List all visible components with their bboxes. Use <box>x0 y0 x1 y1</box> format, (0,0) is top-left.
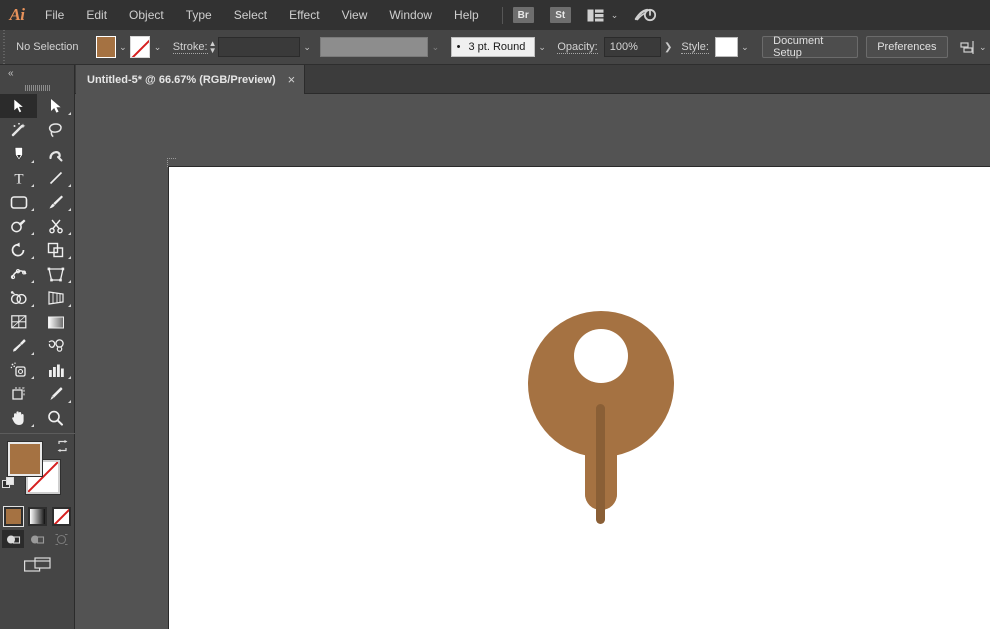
svg-text:T: T <box>14 172 23 187</box>
type-tool[interactable]: T <box>0 166 37 190</box>
stroke-weight-stepper[interactable]: ▲ ▼ <box>208 36 218 58</box>
draw-inside-button[interactable] <box>50 530 72 548</box>
app-logo-icon: Ai <box>9 5 25 24</box>
eyedropper-tool[interactable] <box>0 334 37 358</box>
illustrator-window: Ai File Edit Object Type Select Effect V… <box>0 0 990 629</box>
menu-divider <box>501 6 503 24</box>
menu-edit[interactable]: Edit <box>75 0 118 30</box>
mesh-tool[interactable] <box>0 310 37 334</box>
style-label[interactable]: Style: <box>681 41 709 54</box>
stroke-chevron-down-icon[interactable]: ⌄ <box>150 36 164 58</box>
arrange-chevron-down-icon[interactable]: ⌄ <box>611 10 619 21</box>
stroke-profile-input <box>320 37 429 57</box>
gradient-mode-button[interactable] <box>27 507 47 526</box>
menu-help[interactable]: Help <box>443 0 490 30</box>
align-objects-icon[interactable] <box>959 40 976 55</box>
brush-definition-select[interactable]: • 3 pt. Round <box>450 37 535 57</box>
graphic-style-swatch[interactable] <box>714 37 738 57</box>
workspace-switcher-icon[interactable] <box>634 6 657 24</box>
stroke-color-swatch[interactable] <box>130 36 151 58</box>
menu-type[interactable]: Type <box>175 0 223 30</box>
none-mode-button[interactable] <box>51 507 71 526</box>
rectangle-tool[interactable] <box>0 190 37 214</box>
menu-select[interactable]: Select <box>223 0 278 30</box>
default-fill-stroke-icon[interactable] <box>2 477 15 495</box>
opacity-input[interactable]: 100% <box>603 37 661 57</box>
menu-view[interactable]: View <box>331 0 379 30</box>
selection-tool[interactable] <box>0 94 37 118</box>
stroke-weight-label[interactable]: Stroke: <box>172 41 208 54</box>
color-mode-button[interactable] <box>2 506 24 527</box>
slice-tool[interactable] <box>37 382 74 406</box>
close-icon[interactable]: × <box>288 73 296 86</box>
control-bar-grip[interactable] <box>0 29 9 65</box>
swap-fill-stroke-icon[interactable] <box>56 440 69 458</box>
curvature-tool[interactable] <box>37 142 74 166</box>
collapse-panel-icon[interactable]: « <box>0 65 74 81</box>
document-tab[interactable]: Untitled-5* @ 66.67% (RGB/Preview) × <box>76 65 306 94</box>
free-transform-tool[interactable] <box>37 262 74 286</box>
scale-tool[interactable] <box>37 238 74 262</box>
width-tool[interactable] <box>0 262 37 286</box>
bridge-icon[interactable]: Br <box>512 7 534 23</box>
control-bar: No Selection ⌄ ⌄ Stroke: ▲ ▼ ⌄ ⌄ • 3 pt. … <box>0 29 990 65</box>
shaper-tool[interactable] <box>0 214 37 238</box>
scissors-tool[interactable] <box>37 214 74 238</box>
document-setup-button[interactable]: Document Setup <box>762 35 859 59</box>
rotate-tool[interactable] <box>0 238 37 262</box>
brush-definition-value: 3 pt. Round <box>468 41 526 53</box>
menu-bar: Ai File Edit Object Type Select Effect V… <box>0 0 990 30</box>
symbol-sprayer-tool[interactable] <box>0 358 37 382</box>
key-illustration[interactable] <box>501 219 701 619</box>
zoom-tool[interactable] <box>37 406 74 430</box>
stroke-weight-chevron-down-icon[interactable]: ⌄ <box>300 36 314 58</box>
menu-file[interactable]: File <box>34 0 75 30</box>
fill-chevron-down-icon[interactable]: ⌄ <box>116 36 130 58</box>
menu-object[interactable]: Object <box>118 0 175 30</box>
fill-color-swatch[interactable] <box>95 36 116 58</box>
document-tab-title: Untitled-5* @ 66.67% (RGB/Preview) <box>87 73 276 86</box>
opacity-label[interactable]: Opacity: <box>557 41 598 54</box>
tools-panel-grip[interactable] <box>0 81 74 94</box>
tool-grid: T <box>0 94 75 430</box>
perspective-grid-tool[interactable] <box>37 286 74 310</box>
artboard-tool[interactable] <box>0 382 37 406</box>
opacity-flyout-arrow-icon[interactable]: ❯ <box>661 36 675 58</box>
magic-wand-tool[interactable] <box>0 118 37 142</box>
column-graph-tool[interactable] <box>37 358 74 382</box>
preferences-button[interactable]: Preferences <box>866 36 948 58</box>
menu-effect[interactable]: Effect <box>278 0 330 30</box>
stroke-weight-input[interactable] <box>217 37 300 57</box>
lasso-tool[interactable] <box>37 118 74 142</box>
change-screen-mode-button[interactable] <box>0 548 74 574</box>
fill-stroke-controls <box>0 437 75 505</box>
hand-tool[interactable] <box>0 406 37 430</box>
tools-panel: « T <box>0 65 75 629</box>
drawing-mode-buttons <box>0 526 74 548</box>
direct-selection-tool[interactable] <box>37 94 74 118</box>
paintbrush-tool[interactable] <box>37 190 74 214</box>
shape-builder-tool[interactable] <box>0 286 37 310</box>
gradient-tool[interactable] <box>37 310 74 334</box>
blend-tool[interactable] <box>37 334 74 358</box>
brush-chevron-down-icon[interactable]: ⌄ <box>535 36 549 58</box>
stock-icon[interactable]: St <box>549 7 571 23</box>
arrange-documents-icon[interactable] <box>587 9 604 22</box>
tools-divider <box>0 433 75 434</box>
draw-normal-button[interactable] <box>2 530 24 548</box>
style-chevron-down-icon[interactable]: ⌄ <box>738 36 752 58</box>
menu-window[interactable]: Window <box>378 0 443 30</box>
draw-behind-button[interactable] <box>26 530 48 548</box>
color-mode-buttons <box>0 505 74 527</box>
align-chevron-down-icon[interactable]: ⌄ <box>976 36 990 58</box>
stroke-profile-chevron-down-icon: ⌄ <box>431 41 440 52</box>
selection-status-label: No Selection <box>16 41 79 53</box>
fill-color-box[interactable] <box>8 442 42 476</box>
pen-tool[interactable] <box>0 142 37 166</box>
line-segment-tool[interactable] <box>37 166 74 190</box>
canvas-area[interactable] <box>75 94 990 629</box>
brush-bullet-icon: • <box>456 41 461 53</box>
document-tab-bar: Untitled-5* @ 66.67% (RGB/Preview) × <box>0 65 990 94</box>
